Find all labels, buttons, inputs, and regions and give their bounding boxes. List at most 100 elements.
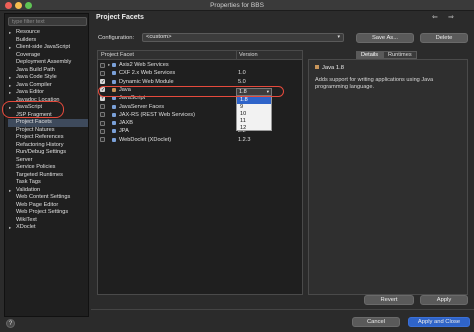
facet-name: CXF 2.x Web Services	[119, 70, 176, 77]
facet-icon	[112, 79, 116, 84]
version-option[interactable]: 12	[237, 125, 271, 132]
page-title: Project Facets	[96, 14, 144, 21]
forward-arrow-icon[interactable]: ⇒	[448, 13, 454, 21]
tree-item[interactable]: ▸ Client-side JavaScript	[8, 44, 88, 52]
tree-item[interactable]: Project Natures	[8, 127, 88, 135]
details-description: Adds support for writing applications us…	[315, 77, 434, 90]
back-arrow-icon[interactable]: ⇐	[432, 13, 438, 21]
java-row-highlight	[98, 86, 284, 97]
tree-item-label: Java Build Path	[16, 66, 55, 73]
facet-name: Axis2 Web Services	[119, 62, 169, 68]
configuration-select[interactable]: <custom> ▾	[142, 33, 344, 42]
version-option[interactable]: 1.8	[237, 97, 271, 104]
tree-item-label: Project References	[16, 134, 64, 140]
tree-item-label: Server	[16, 156, 33, 163]
facet-version[interactable]: 5.0	[238, 78, 246, 86]
version-option[interactable]: 10	[237, 111, 271, 118]
facet-icon	[112, 129, 116, 134]
facet-row[interactable]: CXF 2.x Web Services 1.0	[98, 69, 302, 77]
tree-item[interactable]: Targeted Runtimes	[8, 172, 88, 180]
facet-checkbox[interactable]	[100, 112, 105, 118]
tree-item[interactable]: Web Project Settings	[8, 209, 88, 217]
chevron-right-icon[interactable]: ▸	[9, 82, 11, 90]
tree-item[interactable]: Server	[8, 157, 88, 165]
tree-item[interactable]: Project Facets	[8, 119, 88, 127]
tree-item[interactable]: ▸ Java Code Style	[8, 74, 88, 82]
version-option[interactable]: 11	[237, 118, 271, 125]
tree-item[interactable]: ▸ Java Editor	[8, 89, 88, 97]
facet-row[interactable]: Dynamic Web Module 5.0	[98, 78, 302, 86]
divider	[91, 309, 474, 310]
tree-item[interactable]: Java Build Path	[8, 67, 88, 75]
facet-icon	[112, 137, 116, 142]
tree-item[interactable]: Coverage	[8, 52, 88, 60]
tree-item[interactable]: ▸ Validation	[8, 187, 88, 195]
facet-checkbox[interactable]	[100, 78, 105, 86]
tree-item-label: Builders	[16, 36, 37, 43]
tree-item[interactable]: ▸ Java Compiler	[8, 82, 88, 90]
tree-item[interactable]: Builders	[8, 37, 88, 45]
tree-item[interactable]: Project References	[8, 134, 88, 142]
project-facets-highlight	[2, 101, 64, 118]
apply-and-close-button[interactable]: Apply and Close	[408, 317, 470, 327]
facet-row[interactable]: ▸ Axis2 Web Services	[98, 61, 302, 69]
revert-button[interactable]: Revert	[364, 295, 414, 305]
version-options-list: 1.8 9 10 11 12	[236, 96, 272, 131]
filter-input[interactable]: type filter text	[8, 17, 87, 26]
tree-item-label: Client-side JavaScript	[16, 44, 71, 50]
tree-item-label: Web Content Settings	[16, 194, 71, 200]
tree-item-label: Coverage	[16, 51, 41, 58]
tree-item-label: Project Facets	[16, 119, 52, 125]
chevron-down-icon: ▾	[337, 34, 340, 40]
cancel-button[interactable]: Cancel	[352, 317, 400, 327]
save-as-button[interactable]: Save As...	[356, 33, 414, 43]
facet-version[interactable]: 1.0	[238, 69, 246, 77]
facet-checkbox[interactable]	[100, 120, 105, 126]
facet-row[interactable]: WebDoclet (XDoclet) 1.2.3	[98, 136, 302, 144]
version-option[interactable]: 9	[237, 104, 271, 111]
chevron-right-icon[interactable]: ▸	[9, 224, 11, 232]
chevron-right-icon[interactable]: ▸	[9, 29, 11, 37]
facet-icon	[112, 104, 116, 109]
facet-checkbox[interactable]	[100, 62, 105, 68]
tree-item[interactable]: ▸ Resource	[8, 29, 88, 37]
tree-item[interactable]: ▸ XDoclet	[8, 224, 88, 232]
chevron-right-icon[interactable]: ▸	[9, 44, 11, 52]
tree-item[interactable]: Web Content Settings	[8, 194, 88, 202]
chevron-right-icon[interactable]: ▸	[9, 187, 11, 195]
tab-runtimes[interactable]: Runtimes	[383, 51, 417, 59]
facet-version[interactable]: 1.2.3	[238, 136, 250, 144]
facet-checkbox[interactable]	[100, 137, 105, 143]
tab-details[interactable]: Details	[356, 51, 384, 59]
tree-item-label: XDoclet	[16, 224, 36, 230]
configuration-value: <custom>	[146, 34, 172, 40]
facet-name: JAXB	[119, 120, 133, 127]
tree-item[interactable]: Run/Debug Settings	[8, 149, 88, 157]
facet-name: WebDoclet (XDoclet)	[119, 136, 172, 143]
tree-item[interactable]: WikiText	[8, 217, 88, 225]
tree-item[interactable]: Service Policies	[8, 164, 88, 172]
tree-item[interactable]: Web Page Editor	[8, 202, 88, 210]
tree-item[interactable]: Task Tags	[8, 179, 88, 187]
chevron-right-icon[interactable]: ▸	[9, 74, 11, 82]
details-panel: Java 1.8 Adds support for writing applic…	[308, 59, 468, 295]
window-title: Properties for BBS	[210, 2, 264, 9]
tree-item-label: WikiText	[16, 216, 37, 223]
tree-item[interactable]: Deployment Assembly	[8, 59, 88, 67]
delete-button[interactable]: Delete	[420, 33, 468, 43]
facet-icon	[112, 121, 116, 126]
tree-item-label: Task Tags	[16, 179, 41, 185]
configuration-label: Configuration:	[98, 35, 135, 41]
chevron-right-icon[interactable]: ▸	[108, 61, 110, 69]
facet-checkbox[interactable]	[100, 70, 105, 76]
tree-item-label: Refactoring History	[16, 141, 64, 148]
tree-item-label: Java Editor	[16, 89, 44, 95]
facet-checkbox[interactable]	[100, 128, 105, 134]
apply-button[interactable]: Apply	[420, 295, 468, 305]
facet-name: JavaServer Faces	[119, 103, 165, 110]
column-header-facet: Project Facet	[101, 52, 134, 58]
help-icon[interactable]: ?	[6, 319, 15, 328]
facet-checkbox[interactable]	[100, 104, 105, 109]
chevron-right-icon[interactable]: ▸	[9, 89, 11, 97]
tree-item[interactable]: Refactoring History	[8, 142, 88, 150]
